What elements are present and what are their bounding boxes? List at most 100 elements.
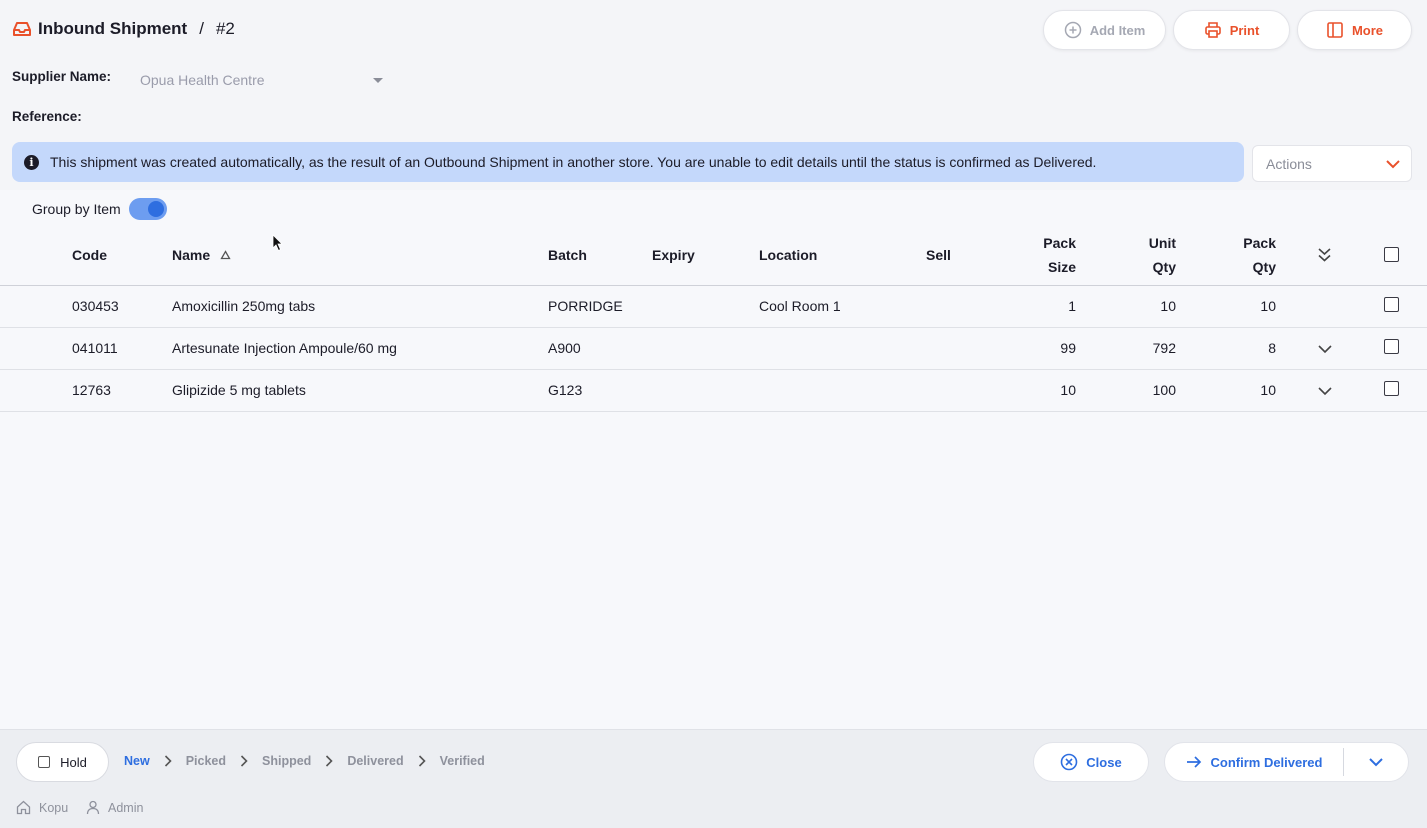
cell-unit-qty: 10 bbox=[1160, 298, 1176, 314]
confirm-delivered-split-button: Confirm Delivered bbox=[1164, 742, 1409, 782]
close-circle-icon bbox=[1060, 753, 1078, 771]
col-unit-qty-line1: Unit bbox=[1148, 235, 1176, 251]
cell-batch: A900 bbox=[548, 340, 581, 356]
more-label: More bbox=[1351, 22, 1384, 38]
hold-label: Hold bbox=[60, 754, 87, 770]
col-sell[interactable]: Sell bbox=[926, 247, 951, 263]
chevron-down-icon[interactable] bbox=[1318, 342, 1332, 356]
footer-bar: Hold New Picked Shipped Delivered Verifi… bbox=[0, 729, 1427, 828]
group-by-toggle[interactable] bbox=[128, 198, 167, 220]
reference-label: Reference: bbox=[12, 109, 82, 124]
confirm-options-button[interactable] bbox=[1344, 743, 1408, 781]
table-row[interactable]: 12763 Glipizide 5 mg tablets G123 10 100… bbox=[0, 370, 1427, 412]
cell-name: Glipizide 5 mg tablets bbox=[172, 382, 306, 398]
sidebar-panel-icon bbox=[1327, 22, 1343, 38]
store-name: Kopu bbox=[39, 800, 69, 815]
status-stepper: New Picked Shipped Delivered Verified bbox=[124, 754, 485, 768]
add-item-label: Add Item bbox=[1089, 22, 1146, 38]
cell-location: Cool Room 1 bbox=[759, 298, 841, 314]
col-name[interactable]: Name bbox=[172, 247, 231, 263]
cell-code: 030453 bbox=[72, 298, 119, 314]
row-checkbox[interactable] bbox=[1384, 339, 1399, 354]
chevron-right-icon bbox=[418, 755, 426, 767]
info-banner-text: This shipment was created automatically,… bbox=[50, 154, 1097, 170]
chevron-right-icon bbox=[325, 755, 333, 767]
supplier-select[interactable]: Opua Health Centre bbox=[140, 70, 385, 90]
select-all-checkbox[interactable] bbox=[1384, 247, 1399, 262]
cell-unit-qty: 100 bbox=[1152, 382, 1176, 398]
actions-dropdown[interactable]: Actions bbox=[1252, 145, 1412, 182]
hold-button[interactable]: Hold bbox=[16, 742, 109, 782]
cell-batch: PORRIDGE bbox=[548, 298, 623, 314]
col-expiry[interactable]: Expiry bbox=[652, 247, 695, 263]
user-icon bbox=[86, 800, 100, 815]
user-name: Admin bbox=[108, 800, 144, 815]
sort-ascending-icon bbox=[220, 250, 231, 260]
cell-pack-size: 10 bbox=[1060, 382, 1076, 398]
col-pack-qty-line2: Qty bbox=[1252, 259, 1276, 275]
group-by-item: Group by Item bbox=[32, 198, 167, 220]
expand-all-icon[interactable] bbox=[1317, 247, 1332, 263]
row-checkbox[interactable] bbox=[1384, 381, 1399, 396]
chevron-down-icon[interactable] bbox=[1318, 384, 1332, 398]
shipment-number: #2 bbox=[215, 19, 235, 38]
table-header: Code Name Batch Expiry Location Sell Pac… bbox=[0, 226, 1427, 286]
cell-pack-qty: 10 bbox=[1260, 298, 1276, 314]
page-title: Inbound Shipment / #2 bbox=[12, 19, 235, 39]
col-pack-size-line1: Pack bbox=[1043, 235, 1076, 251]
cell-code: 041011 bbox=[72, 340, 118, 356]
col-pack-size[interactable]: Pack Size bbox=[1000, 231, 1076, 279]
arrow-right-icon bbox=[1186, 756, 1201, 768]
print-button[interactable]: Print bbox=[1173, 10, 1290, 50]
hold-checkbox[interactable] bbox=[38, 756, 51, 768]
cell-batch: G123 bbox=[548, 382, 583, 398]
col-location[interactable]: Location bbox=[759, 247, 817, 263]
inbox-icon bbox=[13, 22, 31, 36]
step-delivered: Delivered bbox=[347, 754, 404, 768]
table-row[interactable]: 041011 Artesunate Injection Ampoule/60 m… bbox=[0, 328, 1427, 370]
cell-name: Artesunate Injection Ampoule/60 mg bbox=[172, 340, 397, 356]
cell-pack-size: 1 bbox=[1068, 298, 1076, 314]
actions-placeholder: Actions bbox=[1266, 155, 1312, 172]
row-checkbox[interactable] bbox=[1384, 297, 1399, 312]
store-info: Kopu bbox=[16, 800, 68, 815]
more-button[interactable]: More bbox=[1297, 10, 1412, 50]
col-name-label: Name bbox=[172, 247, 211, 263]
col-batch[interactable]: Batch bbox=[548, 247, 587, 263]
step-picked: Picked bbox=[185, 754, 227, 768]
info-banner: i This shipment was created automaticall… bbox=[12, 142, 1244, 182]
print-label: Print bbox=[1229, 22, 1260, 38]
user-info: Admin bbox=[86, 800, 143, 815]
cell-unit-qty: 792 bbox=[1152, 340, 1176, 356]
plus-circle-icon bbox=[1064, 21, 1081, 39]
supplier-value: Opua Health Centre bbox=[140, 72, 265, 88]
col-pack-qty-line1: Pack bbox=[1243, 235, 1276, 251]
close-label: Close bbox=[1086, 754, 1122, 770]
close-button[interactable]: Close bbox=[1033, 742, 1149, 782]
cell-pack-size: 99 bbox=[1060, 340, 1076, 356]
confirm-delivered-button[interactable]: Confirm Delivered bbox=[1165, 743, 1343, 781]
home-icon bbox=[16, 800, 31, 815]
cell-code: 12763 bbox=[72, 382, 111, 398]
col-code[interactable]: Code bbox=[72, 247, 107, 263]
step-verified: Verified bbox=[439, 754, 485, 768]
col-pack-size-line2: Size bbox=[1047, 259, 1076, 275]
toggle-knob bbox=[147, 201, 164, 217]
group-by-label: Group by Item bbox=[32, 201, 121, 217]
supplier-label: Supplier Name: bbox=[12, 69, 112, 84]
table-row[interactable]: 030453 Amoxicillin 250mg tabs PORRIDGE C… bbox=[0, 286, 1427, 328]
cell-pack-qty: 8 bbox=[1268, 340, 1276, 356]
col-unit-qty[interactable]: Unit Qty bbox=[1100, 231, 1176, 279]
title-separator: / bbox=[199, 19, 204, 38]
title-text: Inbound Shipment bbox=[38, 19, 188, 38]
info-icon: i bbox=[24, 154, 39, 170]
printer-icon bbox=[1204, 22, 1221, 38]
mouse-cursor-icon bbox=[272, 234, 283, 252]
caret-down-icon bbox=[373, 77, 383, 83]
cell-pack-qty: 10 bbox=[1260, 382, 1276, 398]
add-item-button[interactable]: Add Item bbox=[1043, 10, 1166, 50]
cell-name: Amoxicillin 250mg tabs bbox=[172, 298, 316, 314]
confirm-delivered-label: Confirm Delivered bbox=[1210, 754, 1323, 770]
chevron-right-icon bbox=[164, 755, 172, 767]
col-pack-qty[interactable]: Pack Qty bbox=[1200, 231, 1276, 279]
